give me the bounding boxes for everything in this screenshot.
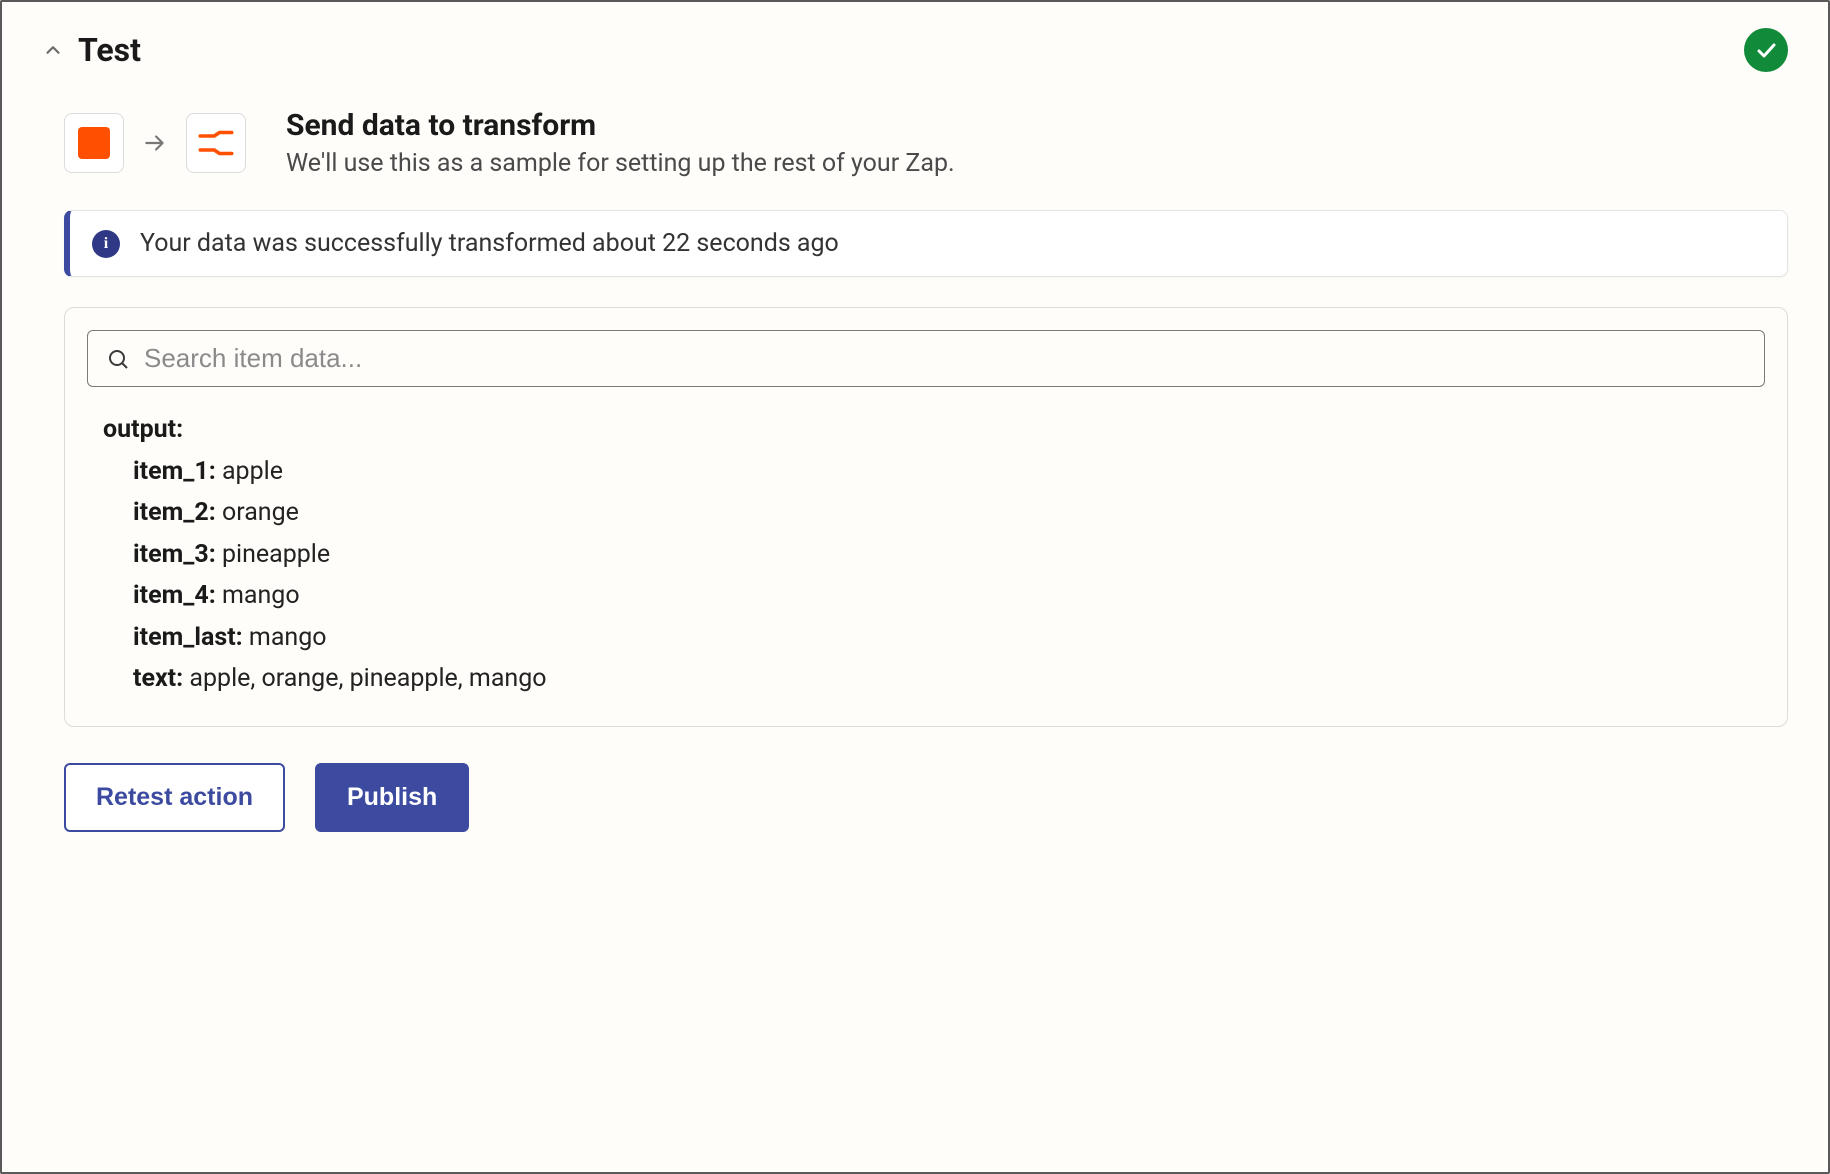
info-alert: i Your data was successfully transformed… [64, 210, 1788, 277]
results-box: output: item_1: appleitem_2: orangeitem_… [64, 307, 1788, 727]
output-key: item_last: [133, 623, 249, 652]
output-value: pineapple [222, 540, 330, 569]
output-item: item_2: orange [133, 494, 1765, 532]
step-text: Send data to transform We'll use this as… [286, 108, 955, 178]
source-app-icon [64, 113, 124, 173]
output-key: text: [133, 664, 189, 693]
output-key: item_4: [133, 581, 222, 610]
paths-icon [198, 129, 234, 157]
output-item: item_last: mango [133, 619, 1765, 657]
output-items: item_1: appleitem_2: orangeitem_3: pinea… [103, 453, 1765, 698]
output-item: text: apple, orange, pineapple, mango [133, 660, 1765, 698]
info-icon: i [92, 230, 120, 258]
arrow-right-icon [142, 130, 168, 156]
step-description: We'll use this as a sample for setting u… [286, 149, 955, 178]
output-label: output: [103, 411, 1765, 449]
retest-button[interactable]: Retest action [64, 763, 285, 832]
output-value: mango [249, 623, 327, 652]
output-value: orange [222, 498, 299, 527]
test-panel: Test Send data to transform We'll use th… [0, 0, 1830, 1174]
step-title: Send data to transform [286, 108, 955, 143]
zapier-square-icon [78, 127, 110, 159]
search-input[interactable] [144, 343, 1746, 374]
search-field[interactable] [87, 330, 1765, 387]
output-block: output: item_1: appleitem_2: orangeitem_… [87, 411, 1765, 698]
output-value: apple, orange, pineapple, mango [189, 664, 546, 693]
output-value: apple [222, 457, 283, 486]
step-row: Send data to transform We'll use this as… [64, 108, 1788, 178]
output-item: item_3: pineapple [133, 536, 1765, 574]
output-value: mango [222, 581, 300, 610]
output-item: item_1: apple [133, 453, 1765, 491]
alert-message: Your data was successfully transformed a… [140, 229, 839, 258]
section-content: Send data to transform We'll use this as… [42, 108, 1788, 832]
section-title: Test [78, 31, 141, 69]
button-row: Retest action Publish [64, 763, 1788, 832]
output-key: item_2: [133, 498, 222, 527]
publish-button[interactable]: Publish [315, 763, 469, 832]
output-key: item_3: [133, 540, 222, 569]
transform-app-icon [186, 113, 246, 173]
output-key: item_1: [133, 457, 222, 486]
output-item: item_4: mango [133, 577, 1765, 615]
search-icon [106, 347, 130, 371]
chevron-up-icon[interactable] [42, 39, 64, 61]
section-header-left: Test [42, 31, 141, 69]
section-header: Test [42, 28, 1788, 72]
success-check-icon [1744, 28, 1788, 72]
